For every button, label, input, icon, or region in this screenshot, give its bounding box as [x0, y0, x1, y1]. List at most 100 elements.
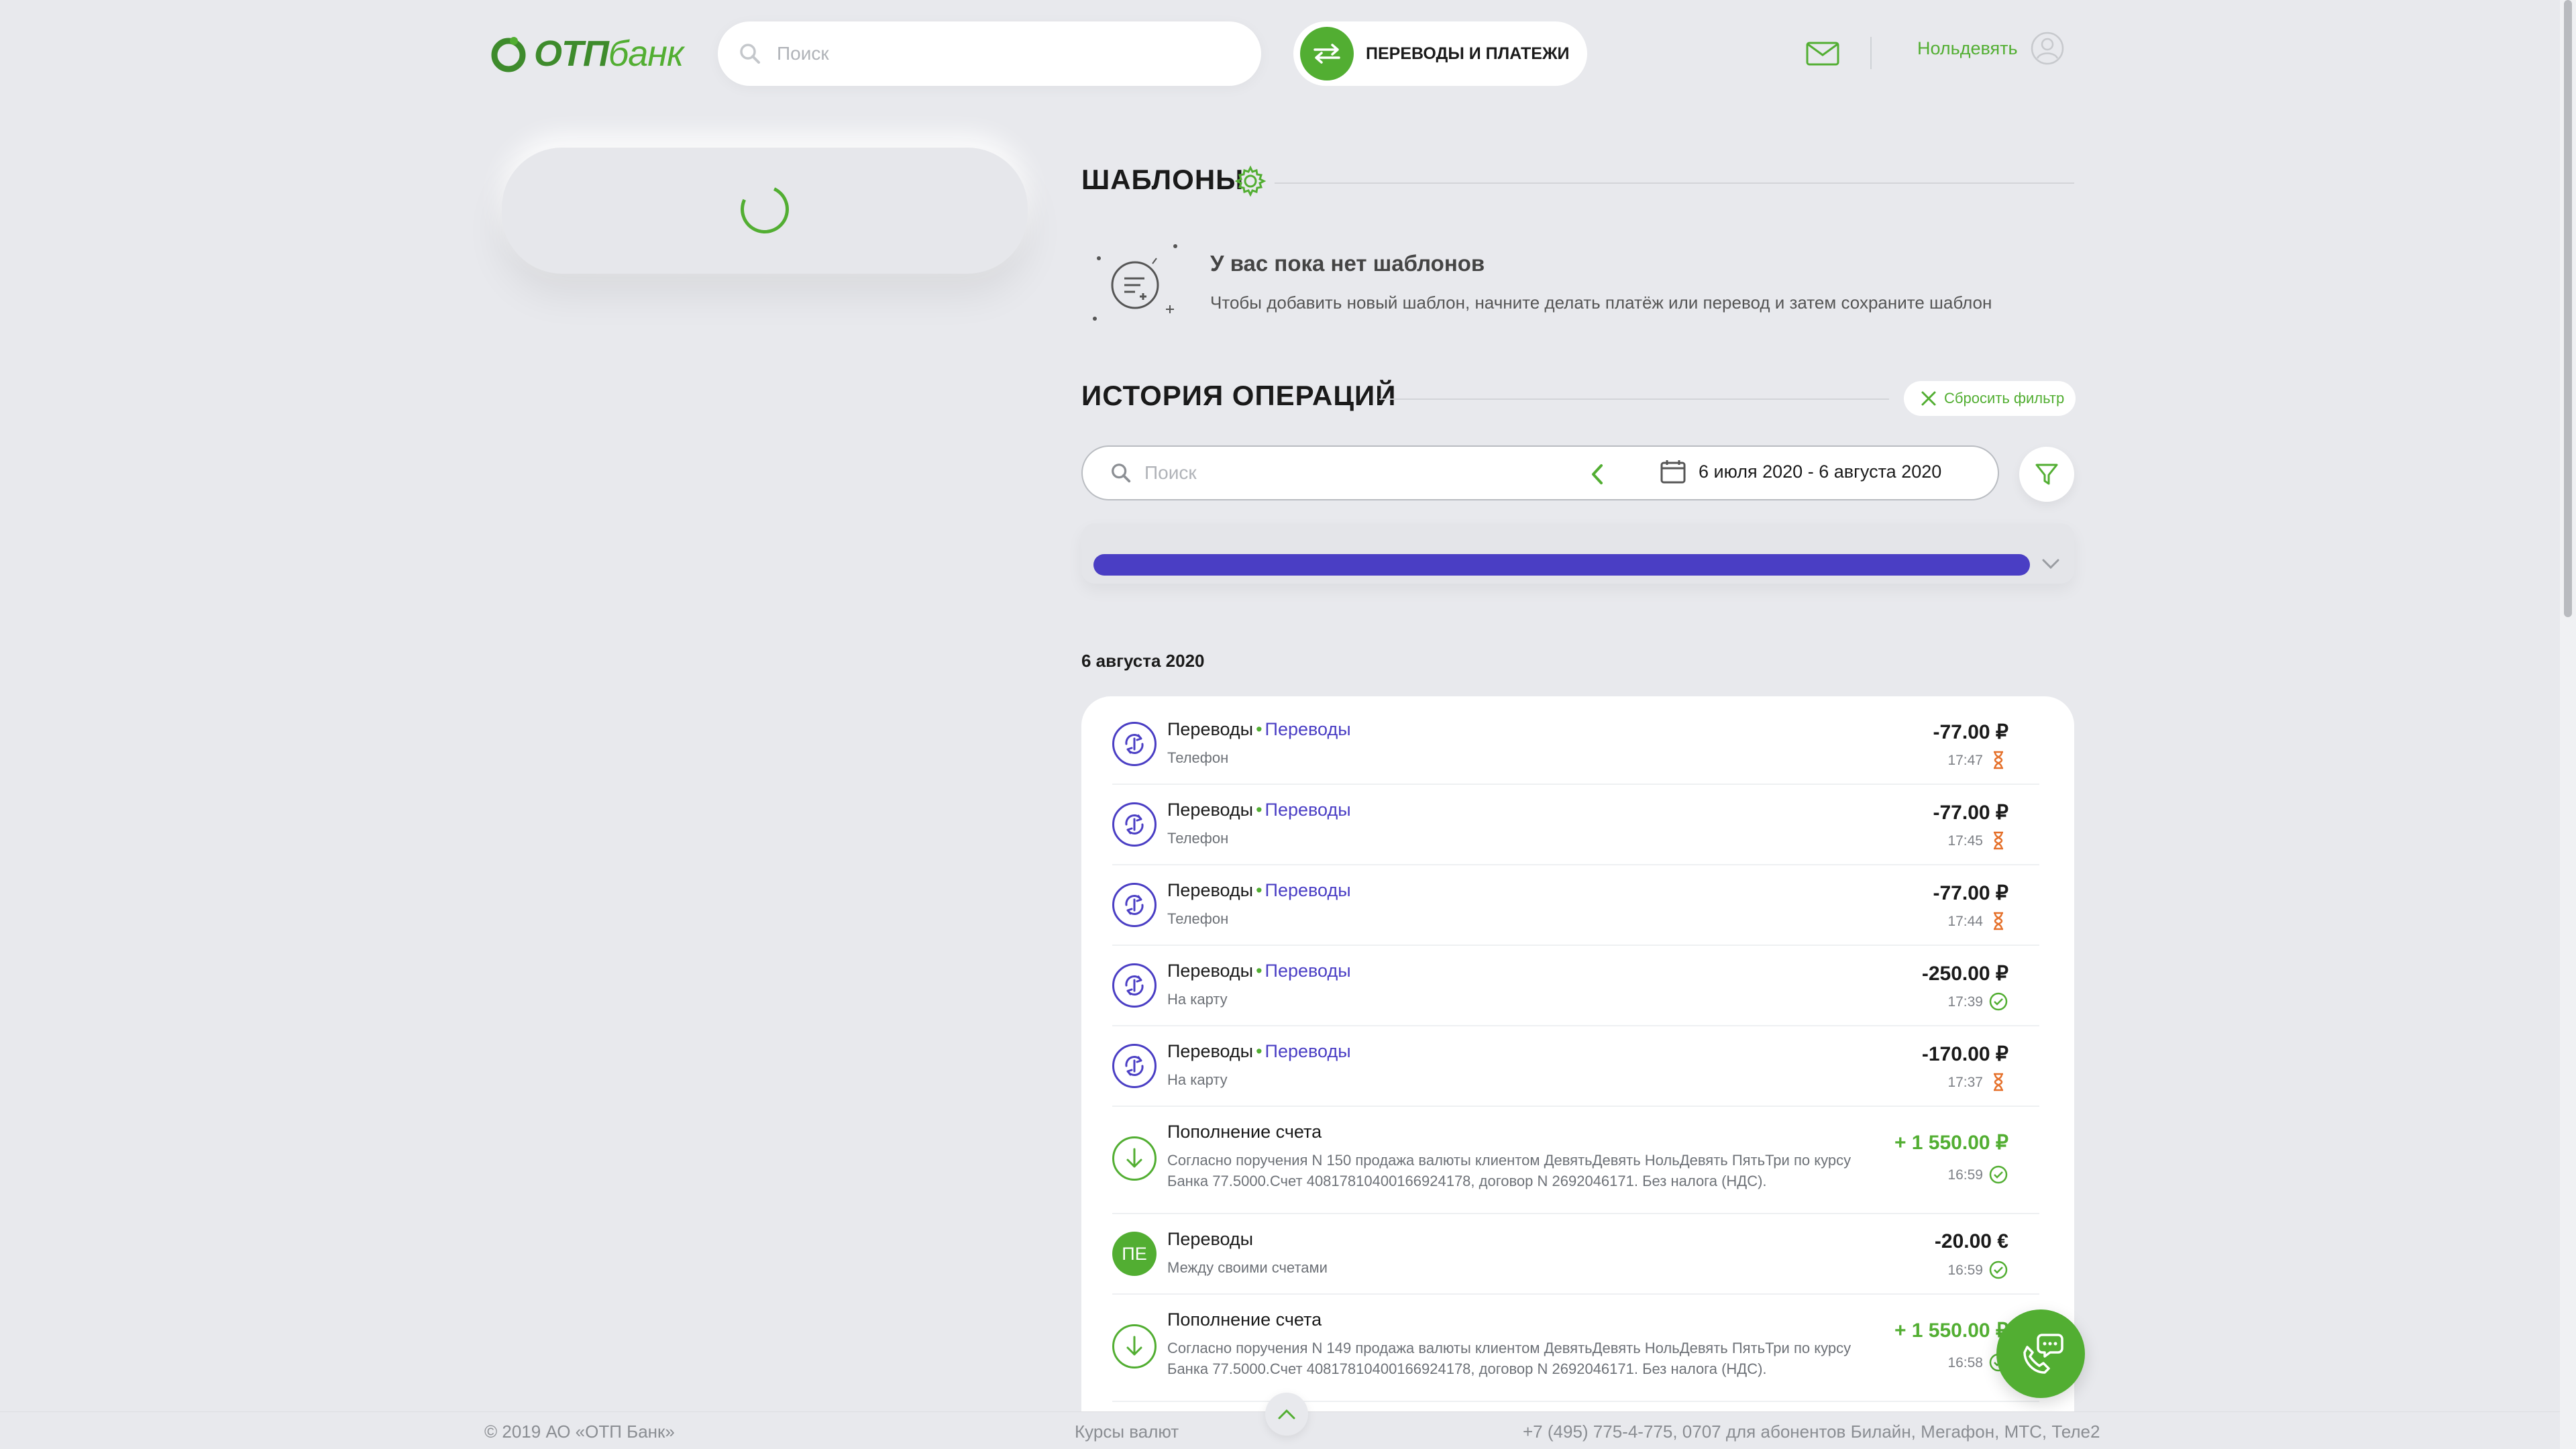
operation-description: На карту [1167, 991, 1228, 1008]
empty-templates-icon [1093, 244, 1177, 321]
search-icon [1112, 464, 1131, 483]
close-icon [1921, 391, 1936, 406]
loading-spinner [733, 178, 796, 241]
transfer-cycle-icon [1112, 963, 1157, 1008]
check-circle-icon [1988, 991, 2008, 1012]
global-search[interactable] [718, 21, 1261, 86]
operation-title: Пополнение счета [1167, 1309, 1322, 1330]
operation-time: 17:37 [1947, 1075, 1983, 1090]
operation-title-text: Переводы [1167, 719, 1254, 739]
operation-time: 17:47 [1947, 753, 1983, 768]
operation-row[interactable]: Переводы • Переводы Телефон -77.00 ₽ 17:47 [1112, 704, 2039, 785]
hourglass-icon [1988, 1072, 2008, 1092]
scroll-to-top-button[interactable] [1265, 1393, 1308, 1436]
reset-filter-button[interactable]: Сбросить фильтр [1904, 381, 2076, 416]
operation-row[interactable]: Пополнение счета Согласно поручения N 149… [1112, 1295, 2039, 1402]
operation-category[interactable]: Переводы [1265, 800, 1351, 820]
operation-description: Телефон [1167, 749, 1229, 766]
operation-category[interactable]: Переводы [1265, 880, 1351, 900]
operation-title: Переводы • Переводы [1167, 719, 1351, 740]
operation-row[interactable]: Переводы • Переводы На карту -250.00 ₽ 17:39 [1112, 946, 2039, 1026]
scrollbar-thumb[interactable] [2564, 0, 2572, 617]
operation-title-text: Переводы [1167, 880, 1254, 900]
hourglass-icon [1988, 911, 2008, 931]
logo-mark-icon [491, 37, 526, 72]
operations-list: Переводы • Переводы Телефон -77.00 ₽17:47 Пер… [1081, 696, 2074, 1449]
footer-phones: +7 (495) 775-4-775, 0707 для абонентов Б… [1523, 1421, 2100, 1442]
check-circle-icon [1988, 1165, 2008, 1185]
operation-amount: + 1 550.00 ₽ [1894, 1320, 2008, 1342]
operation-time: 17:39 [1947, 994, 1983, 1010]
date-range-picker[interactable]: 6 июля 2020 - 6 августа 2020 [1660, 459, 1941, 484]
operation-description: Согласно поручения N 150 продажа валюты … [1167, 1152, 1851, 1189]
operation-time: 17:44 [1947, 914, 1983, 929]
history-progress-fill [1093, 554, 2030, 576]
gear-icon[interactable] [1234, 165, 1267, 197]
operation-amount: -77.00 ₽ [1933, 802, 2009, 824]
operation-category[interactable]: Переводы [1265, 1041, 1351, 1061]
transfer-cycle-icon [1112, 1044, 1157, 1088]
templates-title: ШАБЛОНЫ [1081, 164, 1244, 195]
operation-row[interactable]: Переводы • Переводы На карту -170.00 ₽ 17:37 [1112, 1026, 2039, 1107]
history-divider [1379, 398, 1889, 400]
otp-logo[interactable]: ОТПбанк [490, 34, 684, 74]
category-separator-dot: • [1256, 719, 1263, 739]
search-icon [740, 44, 760, 64]
arrow-down-icon [1112, 1324, 1157, 1368]
transfer-cycle-icon [1112, 883, 1157, 927]
filter-icon [2035, 464, 2058, 485]
user-profile-link[interactable]: Нольдевять [1917, 31, 2065, 66]
history-progress-panel [1081, 523, 2074, 584]
operation-amount: -77.00 ₽ [1933, 721, 2009, 743]
operation-title-text: Переводы [1167, 1229, 1254, 1249]
accounts-card-loading [502, 148, 1028, 274]
chat-call-button[interactable] [1996, 1309, 2085, 1398]
transfers-label: ПЕРЕВОДЫ И ПЛАТЕЖИ [1366, 44, 1570, 63]
global-search-input[interactable] [777, 43, 1179, 64]
logo-text: ОТПбанк [534, 34, 684, 74]
operation-description: На карту [1167, 1071, 1228, 1088]
history-search-bar[interactable]: 6 июля 2020 - 6 августа 2020 [1081, 445, 1999, 500]
operation-amount: -250.00 ₽ [1921, 963, 2008, 985]
operation-title-text: Переводы [1167, 1041, 1254, 1061]
operation-row[interactable]: Пополнение счета Согласно поручения N 150… [1112, 1107, 2039, 1214]
operation-row[interactable]: Переводы • Переводы Телефон -77.00 ₽ 17:44 [1112, 865, 2039, 946]
empty-templates-title: У вас пока нет шаблонов [1210, 251, 1485, 276]
footer-currency-rates-link[interactable]: Курсы валют [1075, 1421, 1179, 1442]
category-separator-dot: • [1256, 1041, 1263, 1061]
operation-description: Телефон [1167, 830, 1229, 847]
transfers-circle [1300, 27, 1354, 80]
operation-time: 17:45 [1947, 833, 1983, 849]
category-separator-dot: • [1256, 800, 1263, 820]
filter-button[interactable] [2019, 447, 2074, 502]
chat-phone-icon [2023, 1334, 2063, 1374]
user-avatar-icon [2031, 32, 2063, 65]
operation-time: 16:58 [1947, 1355, 1983, 1371]
chevron-down-icon[interactable] [2041, 555, 2061, 572]
transfers-and-payments-button[interactable]: ПЕРЕВОДЫ И ПЛАТЕЖИ [1293, 21, 1587, 86]
operation-row[interactable]: ПЕ Переводы Между своими счетами -20.00 € 16… [1112, 1214, 2039, 1295]
hourglass-icon [1988, 750, 2008, 770]
category-separator-dot: • [1256, 880, 1263, 900]
mail-icon[interactable] [1806, 42, 1839, 66]
footer-copyright: © 2019 АО «ОТП Банк» [484, 1421, 675, 1442]
chevron-left-icon[interactable] [1589, 463, 1605, 486]
user-name: Нольдевять [1917, 38, 2018, 58]
header: ОТПбанк ПЕРЕВОДЫ И ПЛАТЕЖИ Нольдевять [0, 0, 2576, 101]
operation-row[interactable]: Переводы • Переводы Телефон -77.00 ₽ 17:45 [1112, 785, 2039, 865]
operation-title: Переводы • Переводы [1167, 800, 1351, 820]
arrow-down-icon [1112, 1136, 1157, 1181]
reset-filter-label: Сбросить фильтр [1944, 390, 2065, 407]
operation-description: Телефон [1167, 910, 1229, 927]
history-search-input[interactable] [1144, 462, 1560, 484]
operation-description: Между своими счетами [1167, 1259, 1328, 1276]
hourglass-icon [1988, 830, 2008, 851]
account-avatar: ПЕ [1112, 1232, 1157, 1276]
operation-amount: -77.00 ₽ [1933, 882, 2009, 904]
transfer-cycle-icon [1112, 802, 1157, 847]
operation-category[interactable]: Переводы [1265, 719, 1351, 739]
operation-title-text: Переводы [1167, 800, 1254, 820]
operation-time: 16:59 [1947, 1167, 1983, 1183]
page-scrollbar[interactable] [2560, 0, 2576, 1449]
operation-category[interactable]: Переводы [1265, 961, 1351, 981]
